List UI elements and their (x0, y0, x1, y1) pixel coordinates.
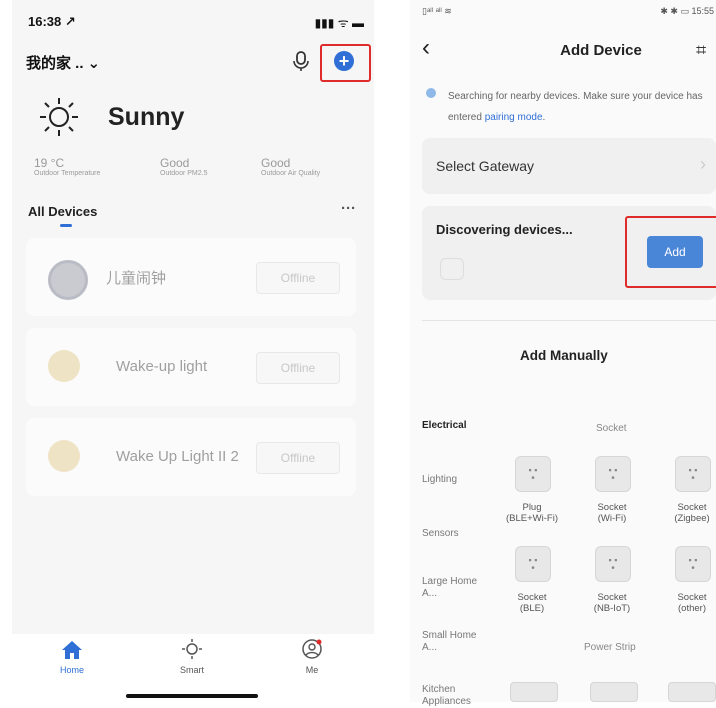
tab-bar: Home Smart Me (12, 634, 374, 702)
device-name: Wake-up light (116, 358, 208, 375)
device-type-label: Socket (Wi-Fi) (597, 502, 627, 524)
person-icon (302, 639, 322, 659)
power-strip-icon[interactable] (668, 682, 716, 702)
category-small-appliances[interactable]: Small Home A... (422, 630, 482, 654)
device-type-label: Plug (BLE+Wi-Fi) (506, 502, 558, 524)
category-sensors[interactable]: Sensors (422, 528, 459, 540)
more-icon[interactable]: ··· (341, 200, 356, 217)
status-time: ✱ ✱ ▭ 15:55 (660, 6, 714, 16)
device-card[interactable]: Wake-up light Offline (26, 328, 356, 406)
socket-icon[interactable] (515, 546, 551, 582)
tab-indicator (60, 224, 72, 227)
category-lighting[interactable]: Lighting (422, 474, 457, 486)
stat-value: Good (261, 156, 291, 170)
lamp-icon (48, 350, 80, 382)
tab-all-devices[interactable]: All Devices (28, 204, 97, 219)
weather-stat: Good Outdoor Air Quality (261, 156, 371, 177)
add-button[interactable]: Add (647, 236, 703, 268)
stat-label: Outdoor PM2.5 (160, 170, 208, 177)
sun-icon (182, 639, 202, 659)
device-type-label: Socket (NB-IoT) (593, 592, 631, 614)
add-device-button[interactable]: + (334, 51, 354, 71)
tab-label: Me (305, 665, 319, 675)
device-card[interactable]: Wake Up Light II 2 Offline (26, 418, 356, 496)
category-large-appliances[interactable]: Large Home A... (422, 576, 482, 600)
stat-value: 19 °C (34, 156, 65, 170)
page-title: Add Device (560, 42, 642, 59)
device-icon (440, 258, 464, 280)
device-card[interactable]: 儿童闹钟 Offline (26, 238, 356, 316)
home-indicator (126, 694, 258, 698)
status-badge: Offline (256, 352, 340, 384)
device-type-label: Socket (other) (677, 592, 707, 614)
select-gateway-row[interactable]: Select Gateway › (422, 138, 716, 194)
sun-icon (38, 96, 80, 143)
stat-label: Outdoor Air Quality (261, 170, 321, 177)
device-name: 儿童闹钟 (106, 270, 167, 287)
tab-label: Smart (179, 665, 204, 675)
socket-icon[interactable] (595, 546, 631, 582)
scan-icon[interactable]: ⌗ (696, 40, 706, 61)
weather-condition: Sunny (108, 103, 185, 131)
category-kitchen[interactable]: Kitchen Appliances (422, 684, 482, 708)
status-icons: ▮▮▮ ᯤ ▬ (314, 16, 364, 30)
power-strip-icon[interactable] (590, 682, 638, 702)
radar-icon (426, 88, 436, 98)
power-strip-icon[interactable] (510, 682, 558, 702)
weather-stat: 19 °C Outdoor Temperature (34, 156, 164, 177)
pairing-mode-link[interactable]: pairing mode (485, 112, 543, 123)
status-badge: Offline (256, 262, 340, 294)
microphone-icon[interactable] (290, 50, 312, 72)
device-type-label: Socket (Zigbee) (674, 502, 710, 524)
tab-smart[interactable]: Smart (168, 638, 216, 675)
category-electrical[interactable]: Electrical (422, 420, 466, 432)
chevron-down-icon: ⌄ (87, 54, 101, 72)
status-icons: ▯ᵃˡˡ ᵃˡˡ ≋ (422, 6, 452, 16)
section-socket: Socket (596, 423, 627, 434)
socket-icon[interactable] (675, 546, 711, 582)
socket-icon[interactable] (595, 456, 631, 492)
section-power-strip: Power Strip (584, 642, 636, 653)
socket-icon[interactable] (675, 456, 711, 492)
chevron-right-icon: › (700, 154, 706, 174)
tab-me[interactable]: Me (288, 638, 336, 675)
device-name: Wake Up Light II 2 (116, 448, 239, 465)
stat-label: Outdoor Temperature (34, 170, 101, 177)
tab-home[interactable]: Home (48, 640, 96, 675)
home-selector[interactable]: 我的家 .. ⌄ (26, 52, 100, 73)
section-title: Add Manually (520, 348, 608, 363)
home-screen: 16:38 ↗ ▮▮▮ ᯤ ▬ 我的家 .. ⌄ + Sunny 19 °C O… (12, 0, 374, 702)
device-type-label: Socket (BLE) (517, 592, 547, 614)
alarm-clock-icon (48, 260, 88, 300)
search-notice: Searching for nearby devices. Make sure … (448, 86, 714, 128)
weather-stat: Good Outdoor PM2.5 (160, 156, 260, 177)
lamp-icon (48, 440, 80, 472)
tab-label: Home (59, 665, 84, 675)
gateway-label: Select Gateway (436, 158, 535, 174)
add-device-screen: ▯ᵃˡˡ ᵃˡˡ ≋ ✱ ✱ ▭ 15:55 ‹ Add Device ⌗ Se… (410, 0, 716, 707)
home-name: 我的家 .. (26, 55, 84, 72)
status-badge: Offline (256, 442, 340, 474)
status-time: 16:38 ↗ (28, 14, 76, 29)
home-icon (62, 641, 82, 659)
plug-icon[interactable] (515, 456, 551, 492)
stat-value: Good (160, 156, 190, 170)
notice-text: . (542, 112, 546, 123)
discovering-label: Discovering devices... (436, 222, 573, 237)
divider (422, 320, 716, 321)
